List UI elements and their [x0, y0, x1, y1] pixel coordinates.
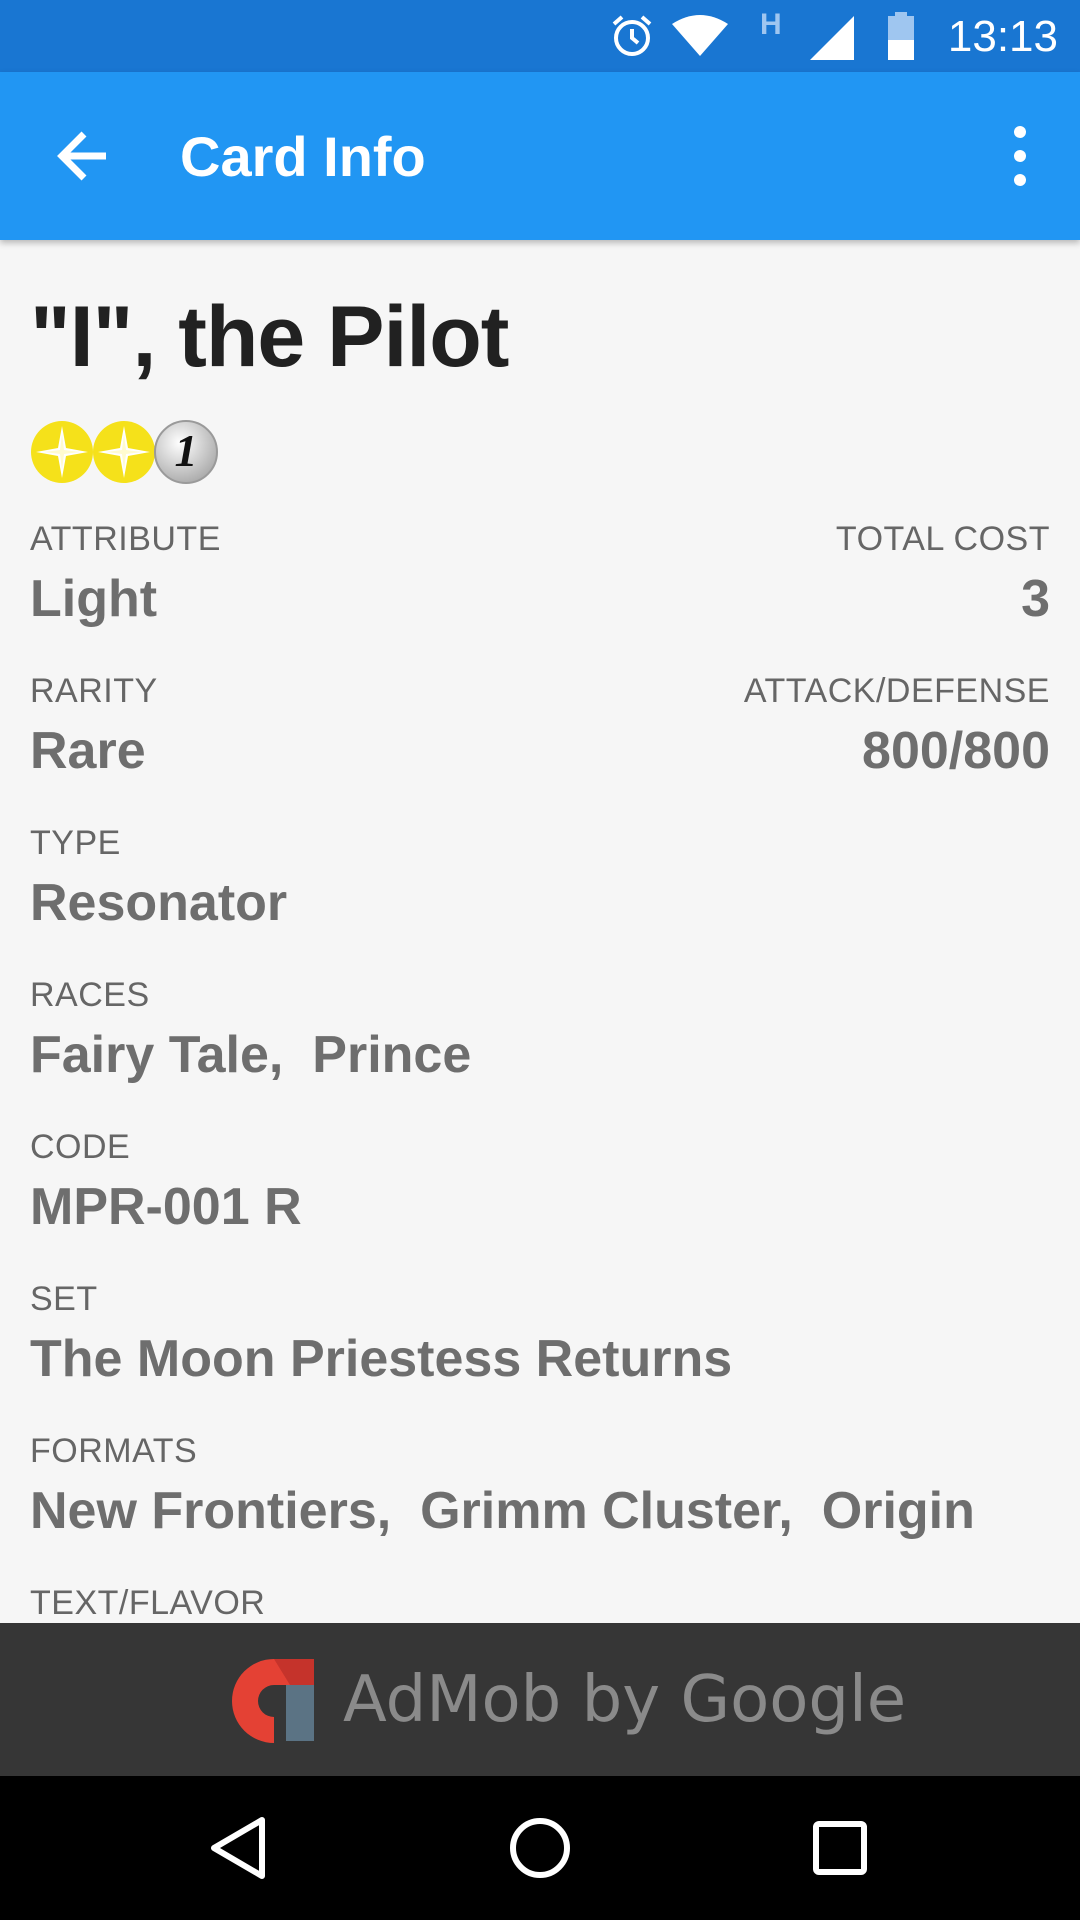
generic-cost-icon: 1 — [154, 420, 218, 484]
alarm-icon — [612, 15, 652, 56]
formats-label: FORMATS — [30, 1432, 198, 1470]
attack-defense-label: ATTACK/DEFENSE — [743, 672, 1050, 710]
races-label: RACES — [30, 976, 150, 1014]
set-field: SET The Moon Priestess Returns — [30, 1280, 732, 1389]
overflow-menu-button[interactable] — [990, 116, 1050, 196]
type-label: TYPE — [30, 824, 121, 862]
card-details: "I", the Pilot 1 ATTRIBUTE Light TOTAL C… — [0, 240, 1080, 1623]
formats-value: New Frontiers, Grimm Cluster, Origin — [30, 1482, 975, 1540]
rarity-field: RARITY Rare — [30, 672, 158, 781]
code-field: CODE MPR-001 R — [30, 1128, 302, 1237]
nav-home-icon — [510, 1818, 570, 1878]
nav-recents-icon — [813, 1821, 867, 1875]
attack-defense-field: ATTACK/DEFENSE 800/800 — [744, 672, 1050, 781]
nav-back-icon — [211, 1817, 265, 1879]
admob-logo-icon — [232, 1659, 314, 1743]
races-field: RACES Fairy Tale, Prince — [30, 976, 471, 1085]
battery-icon — [888, 12, 914, 60]
nav-back-button[interactable] — [198, 1806, 282, 1890]
text-flavor-field: TEXT/FLAVOR — [30, 1584, 265, 1623]
arrow-left-icon — [57, 131, 106, 181]
cell-signal-icon — [810, 16, 854, 60]
ad-banner[interactable]: AdMob by Google — [0, 1623, 1080, 1776]
status-time: 13:13 — [947, 12, 1058, 61]
races-value: Fairy Tale, Prince — [30, 1026, 472, 1084]
nav-recents-button[interactable] — [798, 1806, 882, 1890]
more-vert-icon — [1014, 126, 1026, 186]
light-will-icon — [93, 421, 155, 483]
status-bar: H 13:13 — [0, 0, 1080, 72]
text-flavor-label: TEXT/FLAVOR — [30, 1584, 266, 1622]
ad-text: AdMob by Google — [343, 1663, 907, 1737]
card-name: "I", the Pilot — [30, 289, 509, 385]
generic-cost-number: 1 — [174, 425, 198, 476]
set-value: The Moon Priestess Returns — [30, 1330, 733, 1388]
app-bar: Card Info — [0, 72, 1080, 240]
nav-home-button[interactable] — [498, 1806, 582, 1890]
type-field: TYPE Resonator — [30, 824, 287, 933]
set-label: SET — [30, 1280, 98, 1318]
rarity-label: RARITY — [30, 672, 158, 710]
code-label: CODE — [30, 1128, 131, 1166]
formats-field: FORMATS New Frontiers, Grimm Cluster, Or… — [30, 1432, 975, 1541]
code-value: MPR-001 R — [30, 1178, 302, 1236]
back-button[interactable] — [44, 116, 124, 196]
total-cost-label: TOTAL COST — [835, 520, 1050, 558]
rarity-value: Rare — [30, 722, 146, 780]
light-will-icon — [31, 421, 93, 483]
wifi-icon — [672, 15, 728, 56]
network-type-label: H — [760, 8, 782, 41]
total-cost-value: 3 — [1021, 570, 1050, 628]
type-value: Resonator — [30, 874, 288, 932]
attribute-value: Light — [30, 570, 158, 628]
total-cost-field: TOTAL COST 3 — [836, 520, 1050, 629]
system-nav-bar — [0, 1776, 1080, 1920]
attribute-field: ATTRIBUTE Light — [30, 520, 221, 629]
attack-defense-value: 800/800 — [862, 722, 1050, 780]
page-title: Card Info — [180, 125, 426, 188]
attribute-label: ATTRIBUTE — [30, 520, 221, 558]
